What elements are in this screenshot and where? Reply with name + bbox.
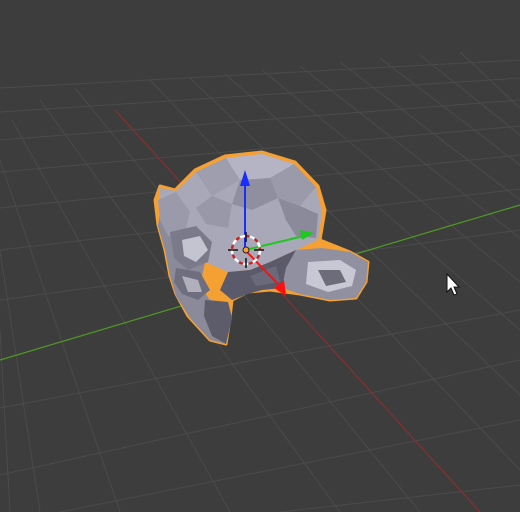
3d-viewport[interactable] xyxy=(0,0,520,512)
arrow-pointer-icon xyxy=(446,272,461,296)
monkey-mesh[interactable] xyxy=(153,150,370,346)
object-origin xyxy=(242,246,250,254)
viewport-canvas[interactable] xyxy=(0,0,520,512)
